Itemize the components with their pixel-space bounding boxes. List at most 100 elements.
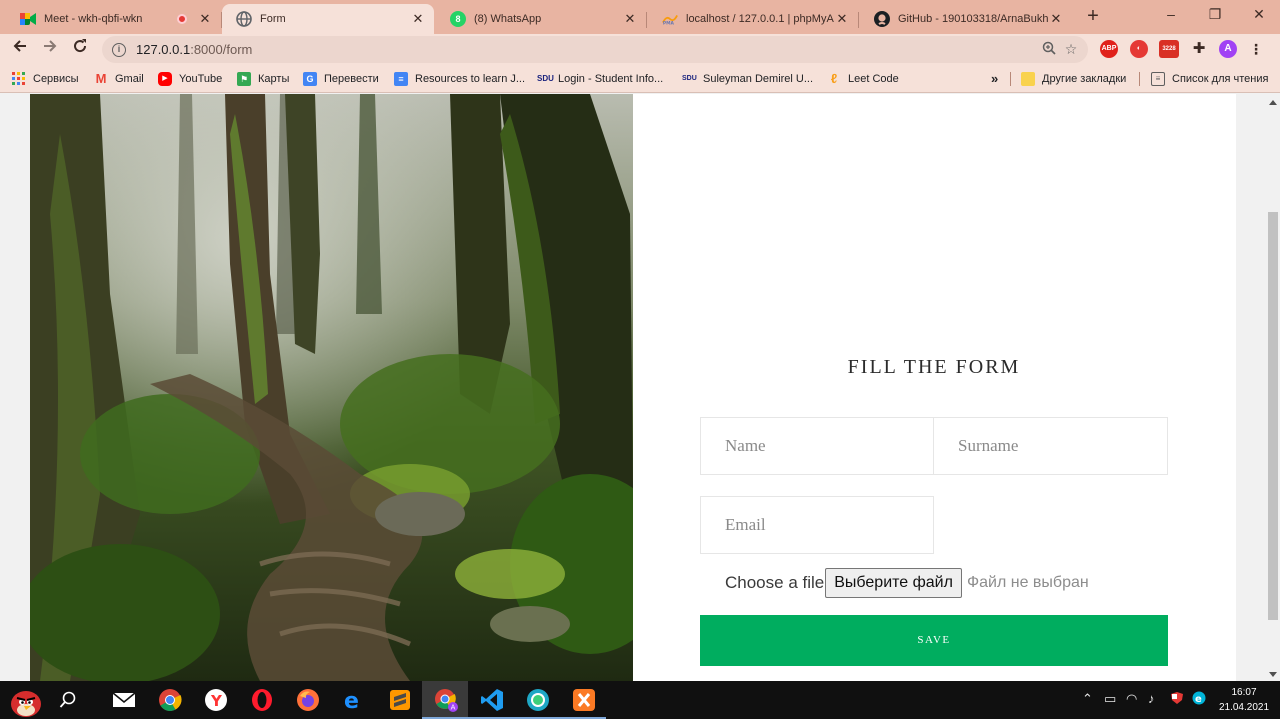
- tab-close-icon[interactable]: ✕: [1048, 11, 1064, 27]
- choose-file-button[interactable]: Выберите файл: [825, 568, 962, 598]
- bookmark-separator: [1010, 72, 1011, 86]
- minimize-button[interactable]: –: [1148, 4, 1194, 26]
- opera-icon[interactable]: [248, 686, 276, 714]
- profile-avatar[interactable]: A: [1219, 40, 1237, 58]
- bookmark-separator: [1139, 72, 1140, 86]
- bookmark-label: YouTube: [179, 72, 223, 85]
- close-window-button[interactable]: ✕: [1236, 4, 1280, 26]
- gmail-icon: M: [95, 70, 107, 86]
- tab-close-icon[interactable]: ✕: [197, 11, 213, 27]
- battery-icon[interactable]: ▭: [1104, 691, 1116, 707]
- globe-icon: [236, 11, 252, 27]
- bookmark-label: Перевести: [324, 72, 379, 85]
- search-icon[interactable]: [54, 686, 82, 714]
- tab-separator: [858, 12, 859, 28]
- bookmark-other[interactable]: Другие закладки: [1021, 70, 1126, 87]
- reload-icon: [74, 39, 87, 53]
- extensions-puzzle-icon[interactable]: ✚: [1190, 40, 1208, 58]
- save-button[interactable]: SAVE: [700, 615, 1168, 666]
- new-tab-button[interactable]: +: [1082, 6, 1104, 28]
- app-circle-icon[interactable]: [524, 686, 552, 714]
- vscode-icon[interactable]: [478, 686, 506, 714]
- site-info-icon[interactable]: i: [112, 42, 126, 57]
- reading-list-icon: ≡: [1151, 71, 1165, 86]
- scroll-up-arrow-icon[interactable]: [1269, 100, 1277, 105]
- bookmark-label: Suleyman Demirel U...: [703, 72, 814, 85]
- address-bar[interactable]: i 127.0.0.1:8000/form ☆: [102, 36, 1088, 63]
- bookmark-label: Карты: [258, 72, 290, 85]
- maximize-button[interactable]: ❐: [1192, 4, 1238, 26]
- surname-input[interactable]: [958, 436, 1167, 456]
- tab-meet[interactable]: Meet - wkh-qbfi-wkn ✕: [6, 4, 222, 34]
- extension-red-icon[interactable]: ◐: [1130, 40, 1148, 58]
- sublime-text-icon[interactable]: [386, 686, 414, 714]
- zoom-icon[interactable]: [1038, 41, 1060, 58]
- page-scrollbar[interactable]: [1266, 94, 1280, 681]
- email-field[interactable]: [700, 496, 934, 554]
- github-icon: [874, 11, 890, 27]
- chrome-profile-icon[interactable]: A: [432, 686, 460, 714]
- bookmark-sdu[interactable]: SDU Suleyman Demirel U...: [682, 70, 813, 87]
- volume-icon[interactable]: ♪: [1148, 691, 1155, 706]
- menu-kebab-icon[interactable]: ⋮: [1247, 40, 1265, 58]
- bookmark-youtube[interactable]: ▶ YouTube: [158, 70, 222, 87]
- windows-taskbar: Y e A ⌃ ▭ ◠ ♪ e 16:07 21.04.2021: [0, 681, 1280, 719]
- bookmarks-overflow-button[interactable]: »: [991, 70, 998, 87]
- wifi-icon[interactable]: ◠: [1126, 691, 1137, 707]
- xampp-icon[interactable]: [570, 686, 598, 714]
- scroll-thumb[interactable]: [1268, 212, 1278, 620]
- bookmark-student-info[interactable]: SDU Login - Student Info...: [537, 70, 663, 87]
- name-field[interactable]: [700, 417, 934, 475]
- mail-app-icon[interactable]: [110, 686, 138, 714]
- bookmark-label: Gmail: [115, 72, 144, 85]
- folder-icon: [1021, 71, 1035, 86]
- svg-text:e: e: [1195, 694, 1202, 705]
- edge-tray-icon[interactable]: e: [1192, 691, 1206, 708]
- adblock-icon[interactable]: ABP: [1100, 40, 1118, 58]
- forward-button[interactable]: [38, 37, 62, 61]
- tab-github[interactable]: GitHub - 190103318/ArnaBukhat ✕: [860, 4, 1072, 34]
- tab-close-icon[interactable]: ✕: [622, 11, 638, 27]
- leetcode-icon: ℓ: [830, 70, 838, 86]
- bookmark-label: Список для чтения: [1172, 72, 1269, 85]
- scroll-down-arrow-icon[interactable]: [1269, 672, 1277, 677]
- chrome-icon[interactable]: [156, 686, 184, 714]
- url-text[interactable]: 127.0.0.1:8000/form: [136, 42, 1038, 57]
- recording-indicator-icon: [177, 14, 187, 24]
- name-input[interactable]: [725, 436, 933, 456]
- bookmark-services[interactable]: Сервисы: [12, 70, 79, 87]
- clock-time: 16:07: [1231, 687, 1257, 698]
- tab-phpmyadmin[interactable]: PMA localhost / 127.0.0.1 | phpMyAdmin ✕: [648, 4, 859, 34]
- firefox-icon[interactable]: [294, 686, 322, 714]
- yandex-browser-icon[interactable]: Y: [202, 686, 230, 714]
- tab-close-icon[interactable]: ✕: [410, 11, 426, 27]
- tab-close-icon[interactable]: ✕: [834, 11, 850, 27]
- start-angry-bird-icon[interactable]: [8, 683, 44, 719]
- surname-field[interactable]: [933, 417, 1168, 475]
- bookmark-leetcode[interactable]: ℓ Leet Code: [827, 70, 899, 87]
- mail-extension-icon[interactable]: 3228: [1159, 40, 1179, 58]
- security-shield-icon[interactable]: [1170, 691, 1184, 708]
- page-viewport: FILL THE FORM Choose a file Выберите фай…: [0, 94, 1266, 681]
- tab-form[interactable]: Form ✕: [222, 4, 434, 34]
- bookmark-gmail[interactable]: M Gmail: [94, 70, 144, 87]
- edge-icon[interactable]: e: [340, 686, 368, 714]
- bookmark-label: Login - Student Info...: [558, 72, 664, 85]
- email-input[interactable]: [725, 515, 933, 535]
- bookmark-maps[interactable]: ⚑ Карты: [237, 70, 289, 87]
- system-clock[interactable]: 16:07 21.04.2021: [1212, 685, 1276, 715]
- bookmark-star-icon[interactable]: ☆: [1060, 41, 1082, 58]
- bookmark-label: Resources to learn J...: [415, 72, 526, 85]
- maps-icon: ⚑: [237, 71, 251, 86]
- tab-whatsapp[interactable]: 8 (8) WhatsApp ✕: [436, 4, 647, 34]
- reload-button[interactable]: [68, 37, 92, 61]
- youtube-icon: ▶: [158, 71, 172, 86]
- forest-photo: [30, 94, 633, 681]
- back-button[interactable]: [8, 37, 32, 61]
- bookmark-reading-list[interactable]: ≡ Список для чтения: [1151, 70, 1268, 87]
- bookmark-translate[interactable]: G Перевести: [303, 70, 379, 87]
- tab-title: Meet - wkh-qbfi-wkn: [44, 13, 143, 25]
- bookmark-resources[interactable]: ≡ Resources to learn J...: [394, 70, 525, 87]
- svg-text:e: e: [344, 689, 359, 712]
- tray-chevron-icon[interactable]: ⌃: [1082, 691, 1093, 707]
